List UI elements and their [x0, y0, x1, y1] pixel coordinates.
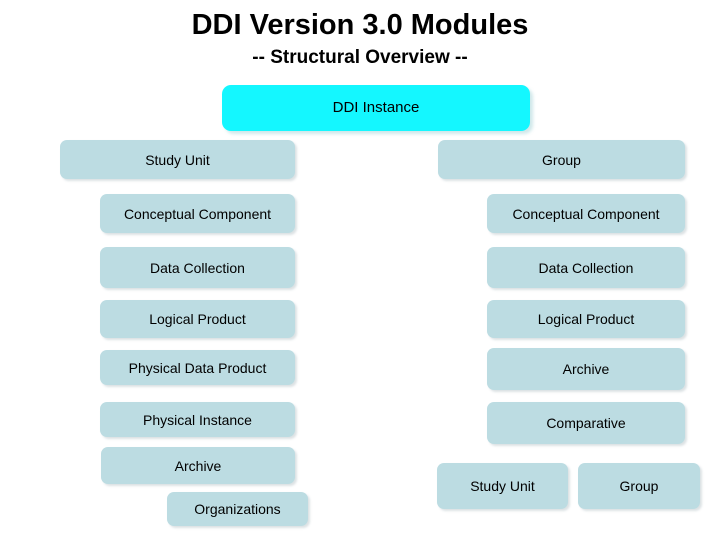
left-module-conceptual-component[interactable]: Conceptual Component: [100, 194, 295, 233]
module-box-label: Data Collection: [150, 259, 245, 276]
right-module-archive[interactable]: Archive: [487, 348, 685, 390]
bottom-module-study-unit[interactable]: Study Unit: [437, 463, 568, 509]
module-box-label: Conceptual Component: [123, 205, 272, 222]
module-box-label: Physical Data Product: [128, 359, 267, 376]
bottom-module-group[interactable]: Group: [578, 463, 700, 509]
module-box-label: Group: [619, 478, 659, 494]
left-module-study-unit[interactable]: Study Unit: [60, 140, 295, 179]
slide-title-block: DDI Version 3.0 Modules -- Structural Ov…: [0, 8, 720, 70]
left-module-physical-data-product[interactable]: Physical Data Product: [100, 350, 295, 385]
module-box-label: Archive: [174, 457, 222, 474]
right-module-conceptual-component[interactable]: Conceptual Component: [487, 194, 685, 233]
left-module-logical-product[interactable]: Logical Product: [100, 300, 295, 338]
left-module-archive[interactable]: Archive: [101, 447, 295, 484]
module-box-label: Logical Product: [149, 311, 246, 327]
right-module-logical-product[interactable]: Logical Product: [487, 300, 685, 338]
module-box-label: Organizations: [194, 501, 281, 517]
slide-canvas: DDI Version 3.0 Modules -- Structural Ov…: [0, 0, 720, 540]
root-box-ddi-instance[interactable]: DDI Instance: [222, 85, 530, 131]
module-box-label: Data Collection: [538, 259, 634, 276]
module-box-label: DDI Instance: [332, 99, 420, 116]
module-box-label: Logical Product: [537, 311, 635, 327]
module-box-label: Study Unit: [145, 151, 210, 168]
module-box-label: Group: [542, 151, 581, 168]
left-module-data-collection[interactable]: Data Collection: [100, 247, 295, 288]
right-module-group[interactable]: Group: [438, 140, 685, 179]
module-box-label: Comparative: [546, 415, 626, 431]
page-subtitle: -- Structural Overview --: [252, 47, 468, 68]
right-module-data-collection[interactable]: Data Collection: [487, 247, 685, 288]
left-module-organizations[interactable]: Organizations: [167, 492, 308, 526]
left-module-physical-instance[interactable]: Physical Instance: [100, 402, 295, 437]
right-module-comparative[interactable]: Comparative: [487, 402, 685, 444]
module-box-label: Physical Instance: [143, 411, 252, 428]
module-box-label: Conceptual Component: [512, 205, 660, 222]
module-box-label: Study Unit: [470, 478, 535, 494]
module-box-label: Archive: [562, 361, 610, 377]
page-title: DDI Version 3.0 Modules: [191, 9, 529, 41]
